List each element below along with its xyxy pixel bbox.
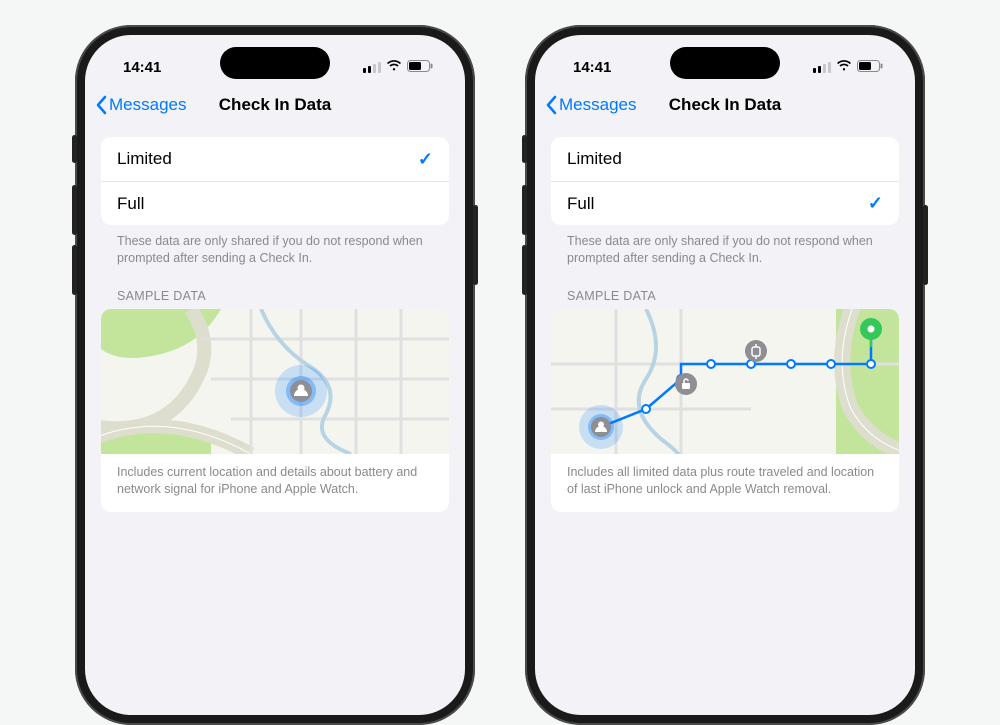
volume-up-button[interactable] [72, 185, 77, 235]
option-label: Full [567, 194, 594, 214]
back-label: Messages [109, 95, 186, 115]
volume-up-button[interactable] [522, 185, 527, 235]
data-amount-list: Limited ✓ Full [101, 137, 449, 225]
sample-header: SAMPLE DATA [101, 267, 449, 309]
sample-card: Includes all limited data plus route tra… [551, 309, 899, 512]
data-amount-list: Limited Full ✓ [551, 137, 899, 225]
back-button[interactable]: Messages [545, 95, 636, 115]
screen: 14:41 Messages Check In Data [85, 35, 465, 715]
option-limited[interactable]: Limited ✓ [101, 137, 449, 181]
list-footer: These data are only shared if you do not… [101, 225, 449, 267]
list-footer: These data are only shared if you do not… [551, 225, 899, 267]
back-label: Messages [559, 95, 636, 115]
checkmark-icon: ✓ [418, 149, 433, 170]
battery-icon [407, 59, 433, 76]
status-time: 14:41 [123, 59, 161, 76]
option-full[interactable]: Full [101, 181, 449, 225]
watch-marker-icon [745, 340, 767, 362]
mute-switch[interactable] [72, 135, 77, 163]
nav-bar: Messages Check In Data [535, 83, 915, 127]
sample-map-limited [101, 309, 449, 454]
power-button[interactable] [473, 205, 478, 285]
option-label: Full [117, 194, 144, 214]
wifi-icon [836, 59, 852, 76]
battery-icon [857, 59, 883, 76]
sample-map-full [551, 309, 899, 454]
dynamic-island [670, 47, 780, 79]
chevron-left-icon [95, 95, 107, 115]
phone-right: 14:41 Messages Check In Data [525, 25, 925, 725]
back-button[interactable]: Messages [95, 95, 186, 115]
checkmark-icon: ✓ [868, 193, 883, 214]
cell-signal-icon [813, 62, 831, 73]
volume-down-button[interactable] [522, 245, 527, 295]
option-full[interactable]: Full ✓ [551, 181, 899, 225]
sample-desc: Includes all limited data plus route tra… [551, 454, 899, 512]
volume-down-button[interactable] [72, 245, 77, 295]
sample-card: Includes current location and details ab… [101, 309, 449, 512]
screen: 14:41 Messages Check In Data [535, 35, 915, 715]
chevron-left-icon [545, 95, 557, 115]
wifi-icon [386, 59, 402, 76]
nav-bar: Messages Check In Data [85, 83, 465, 127]
cell-signal-icon [363, 62, 381, 73]
unlock-marker-icon [675, 373, 697, 395]
phone-left: 14:41 Messages Check In Data [75, 25, 475, 725]
option-label: Limited [567, 149, 622, 169]
power-button[interactable] [923, 205, 928, 285]
dynamic-island [220, 47, 330, 79]
option-label: Limited [117, 149, 172, 169]
sample-desc: Includes current location and details ab… [101, 454, 449, 512]
option-limited[interactable]: Limited [551, 137, 899, 181]
mute-switch[interactable] [522, 135, 527, 163]
sample-header: SAMPLE DATA [551, 267, 899, 309]
status-time: 14:41 [573, 59, 611, 76]
